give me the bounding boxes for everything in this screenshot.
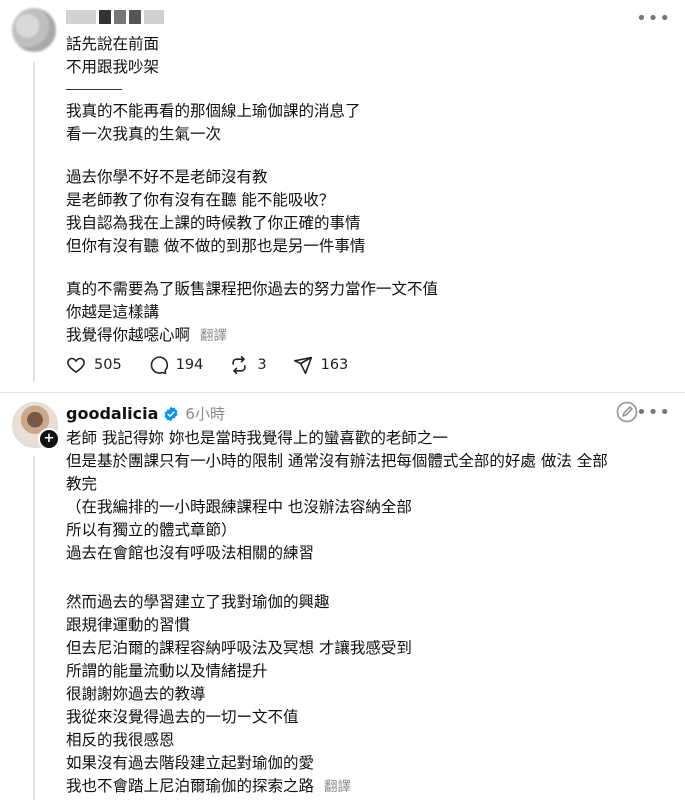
post-last-line: 我覺得你越噁心啊 翻譯 [66, 324, 666, 348]
share-button[interactable]: 163 [293, 355, 349, 375]
more-horizontal-icon[interactable]: ••• [636, 8, 671, 29]
comment-icon [150, 356, 168, 375]
post-line: 但去尼泊爾的課程容納呼吸法及冥想 才讓我感受到 [66, 639, 412, 657]
post-line: 真的不需要為了販售課程把你過去的努力當作一文不值 [66, 280, 439, 298]
post-line: 話先說在前面 [66, 35, 160, 53]
username-blurred[interactable] [66, 10, 201, 26]
post-line: 你越是這樣講 [66, 303, 160, 321]
avatar-blurred[interactable] [12, 8, 56, 52]
post-line: 我真的不能再看的那個線上瑜伽課的消息了 [66, 102, 361, 120]
post-line: 然而過去的學習建立了我對瑜伽的興趣 [66, 593, 330, 611]
post-line: （在我編排的一小時跟練課程中 也沒辦法容納全部 [66, 498, 412, 516]
translate-link[interactable]: 翻譯 [324, 779, 351, 795]
post-line: 老師 我記得妳 妳也是當時我覺得上的蠻喜歡的老師之一 [66, 429, 448, 447]
post-line: 我也不會踏上尼泊爾瑜伽的探索之路 [66, 777, 315, 795]
username[interactable]: goodalicia [66, 404, 158, 423]
post-last-line: 我也不會踏上尼泊爾瑜伽的探索之路 翻譯 [66, 775, 672, 799]
post-line: 我自認為我在上課的時候教了你正確的事情 [66, 214, 361, 232]
comment-count: 194 [175, 357, 204, 373]
like-count: 505 [94, 357, 122, 373]
repost-count: 3 [257, 357, 267, 373]
post-line: 不用跟我吵架 [66, 58, 160, 76]
post-2-header: goodalicia 6小時 [66, 403, 225, 424]
post-line: 很謝謝妳過去的教導 [66, 685, 206, 703]
post-1-actions: 505 194 3 163 [66, 355, 374, 375]
post-line: 過去你學不好不是老師沒有教 [66, 168, 268, 186]
post-line: 我從來沒覺得過去的一切ー文不值 [66, 708, 299, 726]
verified-badge-icon [164, 406, 178, 421]
thread-line [33, 456, 35, 800]
post-1: ••• 話先說在前面 不用跟我吵架 我真的不能再看的那個線上瑜伽課的消息了 看一… [0, 0, 685, 392]
post-line: 相反的我很感恩 [66, 731, 175, 749]
comment-button[interactable]: 194 [148, 355, 204, 375]
thread-line [33, 62, 35, 382]
post-line: 所謂的能量流動以及情緒提升 [66, 662, 268, 680]
post-line: 看一次我真的生氣一次 [66, 125, 222, 143]
repost-button[interactable]: 3 [229, 355, 267, 375]
like-button[interactable]: 505 [66, 355, 122, 375]
post-line: 所以有獨立的體式章節） [66, 521, 237, 539]
share-icon [293, 356, 312, 375]
translate-link[interactable]: 翻譯 [200, 328, 227, 344]
post-line: 是老師教了你有沒有在聽 能不能吸收？ [66, 191, 335, 209]
divider [66, 89, 122, 90]
heart-icon [67, 357, 85, 374]
post-line: 過去在會館也沒有呼吸法相關的練習 [66, 544, 315, 562]
post-line: 我覺得你越噁心啊 [66, 326, 191, 344]
share-count: 163 [320, 357, 349, 373]
post-time: 6小時 [185, 405, 225, 423]
post-line: 但你有沒有聽 做不做的到那也是另一件事情 [66, 237, 366, 255]
post-line: 教完 [66, 475, 98, 493]
post-separator [0, 392, 685, 393]
repost-icon [232, 355, 246, 375]
more-horizontal-icon[interactable]: ••• [636, 402, 671, 423]
post-line: 跟規律運動的習慣 [66, 616, 191, 634]
post-1-body: 話先說在前面 不用跟我吵架 我真的不能再看的那個線上瑜伽課的消息了 看一次我真的… [66, 33, 666, 348]
post-line: 如果沒有過去階段建立起對瑜伽的愛 [66, 754, 315, 772]
post-line: 但是基於團課只有一小時的限制 通常沒有辦法把每個體式全部的好處 做法 全部 [66, 452, 608, 470]
plus-icon[interactable]: + [38, 428, 60, 450]
post-2-body: 老師 我記得妳 妳也是當時我覺得上的蠻喜歡的老師之一 但是基於團課只有一小時的限… [66, 427, 672, 799]
